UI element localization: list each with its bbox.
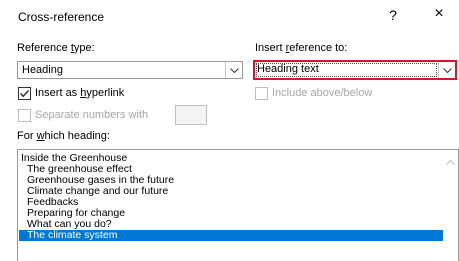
separate-numbers-label: Separate numbers with: [35, 109, 149, 121]
insert-hyperlink-label[interactable]: Insert as hyperlink: [35, 87, 124, 99]
help-button[interactable]: ?: [386, 7, 400, 23]
separate-numbers-field[interactable]: [175, 105, 207, 125]
insert-reference-to-value: Heading text: [257, 63, 319, 75]
dialog-title: Cross-reference: [18, 10, 105, 24]
reference-type-value: Heading: [22, 64, 63, 76]
checkmark-icon: [20, 90, 29, 98]
close-button[interactable]: ×: [431, 5, 447, 23]
heading-list-label: For which heading:: [17, 130, 110, 142]
list-scrollbar[interactable]: [443, 150, 458, 261]
include-above-below-checkbox[interactable]: [255, 87, 268, 100]
include-above-below-label: Include above/below: [272, 87, 373, 99]
reference-type-label: Reference type:: [17, 42, 95, 54]
close-icon: ×: [434, 5, 444, 22]
insert-hyperlink-checkbox[interactable]: [18, 87, 31, 100]
heading-list[interactable]: Inside the Greenhouse The greenhouse eff…: [17, 149, 459, 261]
insert-reference-to-label: Insert reference to:: [255, 42, 348, 54]
separate-numbers-checkbox[interactable]: [18, 109, 31, 122]
chevron-down-icon[interactable]: [438, 62, 455, 78]
reference-type-dropdown[interactable]: Heading: [17, 61, 243, 79]
chevron-down-icon[interactable]: [225, 62, 242, 78]
list-item[interactable]: Climate change and our future: [18, 186, 443, 197]
list-item-selected[interactable]: The climate system: [19, 230, 443, 241]
insert-reference-to-dropdown[interactable]: Heading text: [253, 60, 457, 80]
chevron-up-icon[interactable]: [446, 160, 455, 165]
